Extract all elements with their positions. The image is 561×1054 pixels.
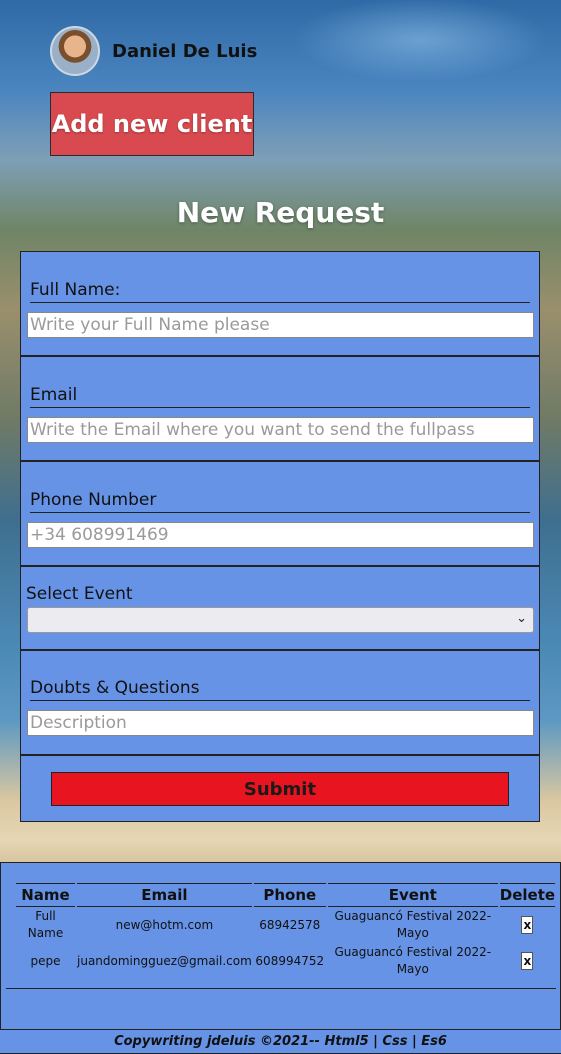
cell-phone: 68942578	[259, 917, 321, 932]
footer: Copywriting jdeluis ©2021-- Html5 | Css …	[0, 1029, 561, 1054]
cell-delete: x	[500, 943, 555, 979]
cell-delete: x	[500, 907, 555, 943]
phone-input[interactable]	[27, 522, 534, 548]
fullname-input[interactable]	[27, 312, 534, 338]
fullname-section: Full Name:	[21, 252, 539, 357]
header-email: Email	[77, 883, 252, 907]
header-name: Name	[16, 883, 75, 907]
email-section: Email	[21, 357, 539, 462]
cell-name: pepe	[30, 953, 61, 968]
request-form: Full Name: Email Phone Number Select Eve…	[20, 251, 540, 822]
delete-button[interactable]: x	[521, 916, 534, 934]
event-select[interactable]: ⌄	[27, 607, 534, 633]
clients-table: Name Email Phone Event Delete Full Name …	[14, 883, 557, 979]
table-row: pepe juandomingguez@gmail.com 608994752 …	[16, 943, 555, 979]
event-section: Select Event ⌄	[21, 567, 539, 651]
clients-table-panel: Name Email Phone Event Delete Full Name …	[0, 862, 561, 1054]
table-row: Full Name new@hotm.com 68942578 Guaguanc…	[16, 907, 555, 943]
fullname-label: Full Name:	[30, 280, 530, 303]
phone-label: Phone Number	[30, 490, 530, 513]
divider	[6, 988, 556, 989]
cell-event: Guaguancó Festival 2022-Mayo	[334, 909, 492, 940]
phone-section: Phone Number	[21, 462, 539, 567]
avatar	[50, 26, 100, 76]
cell-email: new@hotm.com	[115, 917, 214, 932]
doubts-label: Doubts & Questions	[30, 678, 530, 701]
description-input[interactable]	[27, 710, 534, 736]
header-phone: Phone	[253, 883, 326, 907]
cell-email: juandomingguez@gmail.com	[77, 953, 252, 968]
delete-button[interactable]: x	[521, 952, 534, 970]
user-header: Daniel De Luis	[50, 26, 257, 76]
header-event: Event	[327, 883, 498, 907]
add-client-button[interactable]: Add new client	[50, 92, 254, 156]
email-label: Email	[30, 385, 530, 408]
email-field[interactable]	[27, 417, 534, 443]
page-title: New Request	[176, 196, 385, 229]
event-label: Select Event	[26, 584, 133, 604]
user-name: Daniel De Luis	[112, 40, 258, 62]
submit-button[interactable]: Submit	[51, 772, 509, 806]
chevron-down-icon: ⌄	[516, 611, 527, 626]
cell-name: Full Name	[27, 909, 64, 940]
doubts-section: Doubts & Questions	[21, 651, 539, 756]
cell-phone: 608994752	[255, 953, 325, 968]
cell-event: Guaguancó Festival 2022-Mayo	[334, 945, 492, 976]
header-delete: Delete	[499, 883, 556, 907]
